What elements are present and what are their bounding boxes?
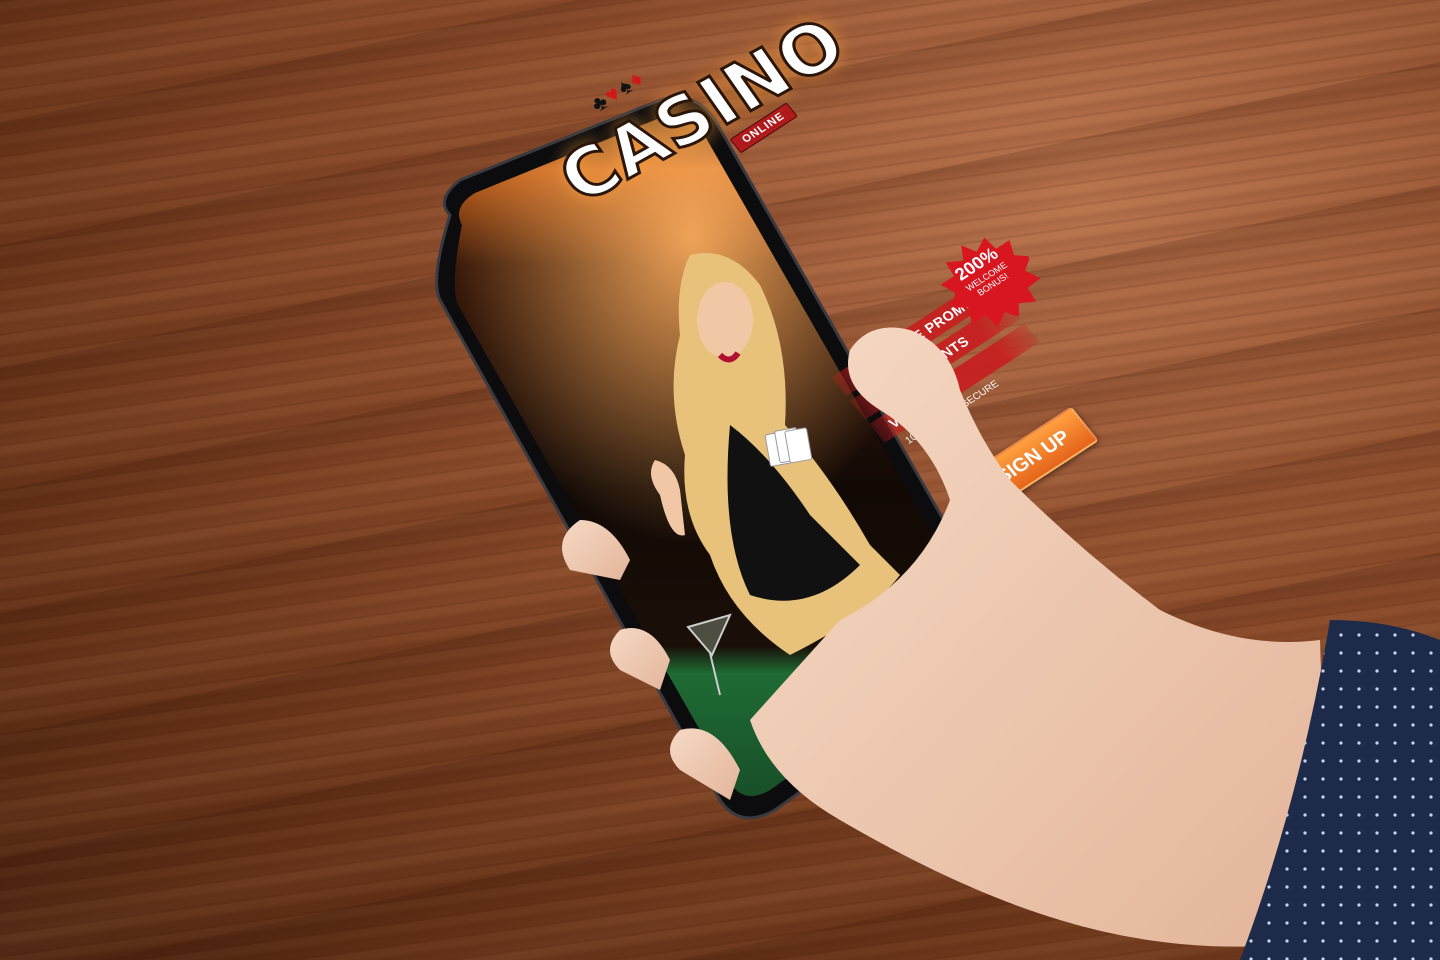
finger-middle — [610, 628, 670, 690]
finger-index — [562, 520, 630, 580]
hand-holding-phone — [540, 320, 1440, 960]
finger-ring — [670, 728, 740, 800]
palm-and-thumb — [750, 327, 1330, 947]
